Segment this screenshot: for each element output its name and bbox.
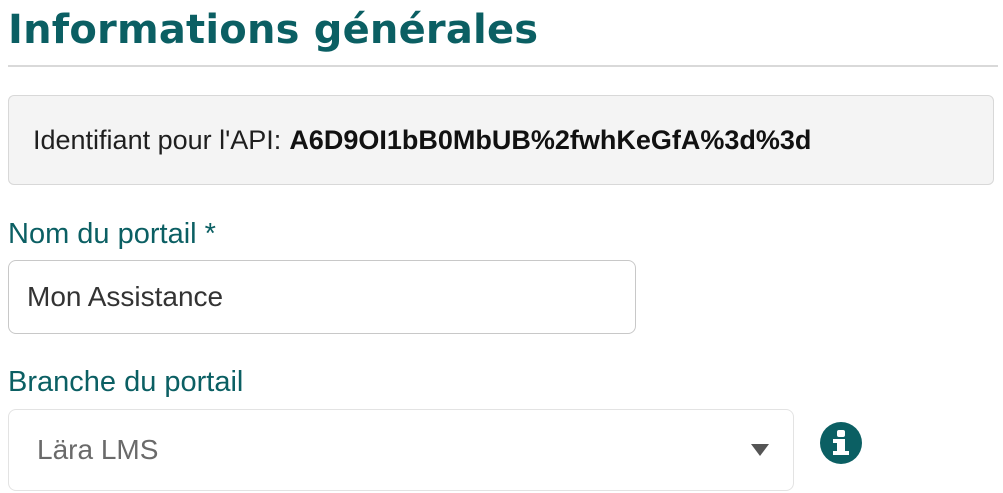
section-title: Informations générales [8,7,539,53]
api-identifier-label: Identifiant pour l'API: [33,124,282,155]
portal-name-label: Nom du portail * [8,218,216,250]
portal-name-input[interactable] [8,260,636,334]
section-divider [8,65,998,67]
api-identifier-value: A6D9OI1bB0MbUB%2fwhKeGfA%3d%3d [289,124,812,155]
portal-branch-selected-value: Lära LMS [37,434,159,465]
caret-down-icon [751,444,769,456]
portal-branch-select[interactable]: Lära LMS [8,409,794,491]
api-identifier-box: Identifiant pour l'API: A6D9OI1bB0MbUB%2… [8,95,994,185]
info-circle-icon[interactable] [820,422,862,464]
portal-branch-label: Branche du portail [8,366,244,398]
